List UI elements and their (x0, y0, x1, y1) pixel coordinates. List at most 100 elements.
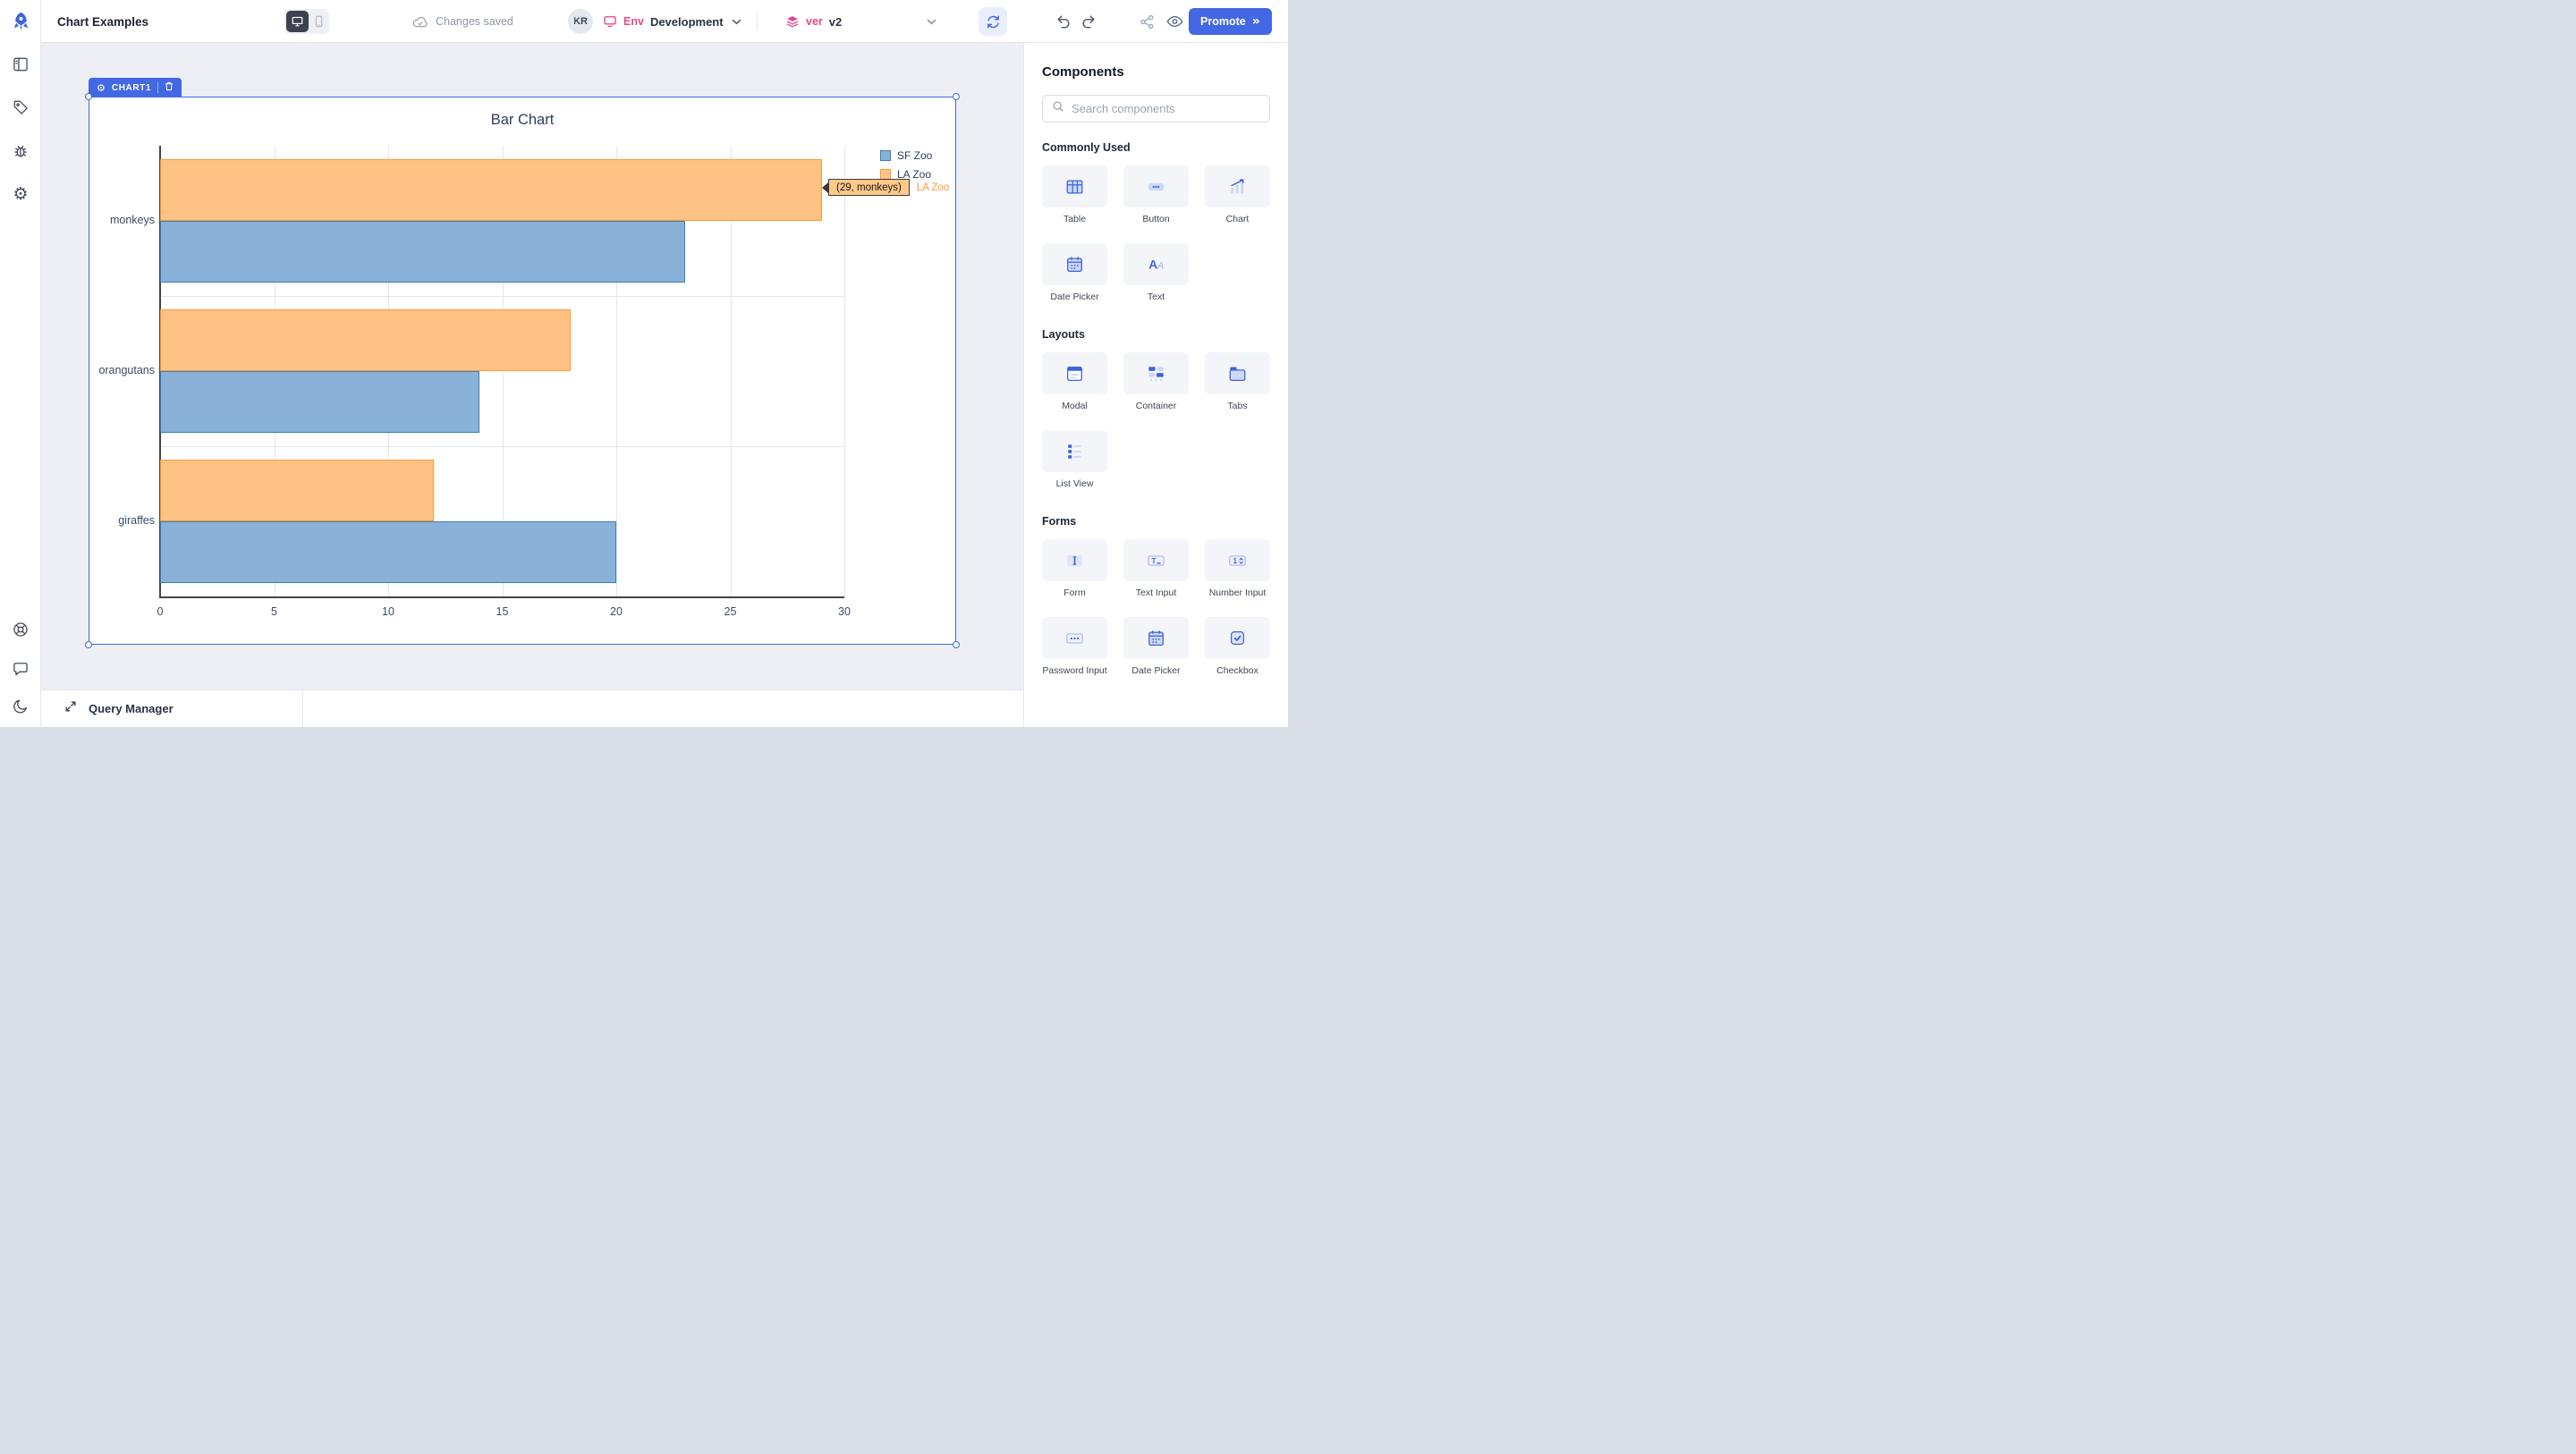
modal-icon (1042, 352, 1107, 394)
tooltip-text: (29, monkeys) (828, 179, 910, 196)
x-tick-label: 30 (826, 605, 862, 618)
chart-legend: SF ZooLA Zoo (880, 149, 932, 181)
x-tick-label: 20 (598, 605, 634, 618)
y-category-label: orangutans (89, 364, 155, 376)
resize-handle[interactable] (953, 641, 960, 648)
y-gridline (160, 446, 844, 447)
search-icon (1052, 100, 1064, 117)
comments-icon[interactable] (0, 651, 41, 687)
chart-tooltip: (29, monkeys) LA Zoo (822, 179, 952, 196)
section-title: Commonly Used (1042, 141, 1270, 154)
expand-icon[interactable] (64, 700, 77, 717)
bar-la-zoo-giraffes[interactable] (160, 460, 434, 521)
redo-icon[interactable] (1080, 13, 1097, 30)
version-selector[interactable]: ver v2 (785, 0, 842, 43)
pages-icon[interactable] (0, 46, 41, 82)
bar-la-zoo-orangutans[interactable] (160, 309, 571, 371)
date-picker-icon (1123, 617, 1189, 659)
avatar[interactable]: KR (568, 9, 593, 34)
resize-handle[interactable] (85, 641, 92, 648)
component-card-table[interactable]: Table (1042, 165, 1107, 224)
chevron-down-icon[interactable] (732, 19, 741, 25)
sync-environment-button[interactable] (979, 7, 1007, 36)
environment-selector[interactable]: Env Development (603, 0, 724, 43)
share-icon[interactable] (1140, 14, 1155, 30)
component-card-text[interactable]: AAText (1123, 243, 1189, 302)
widget-name: CHART1 (112, 83, 151, 93)
component-card-number-input[interactable]: 1Number Input (1205, 539, 1270, 598)
dark-mode-moon-icon[interactable] (0, 689, 41, 724)
component-card-tabs[interactable]: Tabs (1205, 352, 1270, 411)
bar-la-zoo-monkeys[interactable] (160, 159, 822, 221)
table-icon (1042, 165, 1107, 207)
chevron-down-icon[interactable] (927, 19, 936, 25)
component-card-date-picker[interactable]: Date Picker (1123, 617, 1189, 676)
undo-icon[interactable] (1055, 13, 1072, 30)
resize-handle[interactable] (953, 93, 960, 100)
svg-text:T: T (1151, 556, 1156, 564)
component-label: Number Input (1199, 588, 1275, 598)
env-icon (603, 14, 617, 29)
x-gridline (844, 146, 845, 596)
header-divider (757, 13, 758, 30)
component-label: Checkbox (1199, 665, 1275, 676)
component-card-chart[interactable]: Chart (1205, 165, 1270, 224)
trash-icon[interactable] (165, 80, 174, 96)
components-search[interactable] (1042, 95, 1270, 123)
divider (302, 690, 303, 727)
legend-item-sf-zoo[interactable]: SF Zoo (880, 149, 932, 162)
bar-sf-zoo-orangutans[interactable] (160, 371, 479, 433)
chart-widget[interactable]: ⚙ CHART1 Bar Chart (29, monkeys) LA Zoo … (89, 97, 956, 645)
settings-gear-icon[interactable]: ⚙ (0, 176, 41, 212)
x-tick-label: 10 (370, 605, 406, 618)
component-card-text-input[interactable]: TText Input (1123, 539, 1189, 598)
component-card-password-input[interactable]: Password Input (1042, 617, 1107, 676)
support-icon[interactable] (0, 612, 41, 647)
section-title: Forms (1042, 515, 1270, 528)
desktop-icon[interactable] (286, 11, 309, 32)
gear-icon[interactable]: ⚙ (97, 83, 106, 93)
inspector-tag-icon[interactable] (0, 89, 41, 125)
query-manager-bar[interactable]: Query Manager (41, 689, 1023, 727)
component-label: Form (1037, 588, 1113, 598)
component-label: Password Input (1037, 665, 1113, 676)
resize-handle[interactable] (85, 93, 92, 100)
promote-button[interactable]: Promote » (1189, 8, 1272, 35)
component-card-container[interactable]: Container (1123, 352, 1189, 411)
component-card-modal[interactable]: Modal (1042, 352, 1107, 411)
svg-text:A: A (1157, 260, 1164, 271)
component-card-list-view[interactable]: List View (1042, 430, 1107, 489)
component-label: Text (1118, 292, 1194, 302)
app-logo-rocket-icon[interactable] (0, 0, 41, 43)
tooltip-series-label: LA Zoo (914, 182, 952, 194)
cloud-saved-icon (412, 15, 428, 29)
header-divider (573, 13, 574, 30)
search-input[interactable] (1072, 102, 1260, 115)
top-header: Chart Examples Changes saved KR Env Deve… (41, 0, 1288, 43)
list-view-icon (1042, 430, 1107, 472)
preview-eye-icon[interactable] (1166, 15, 1183, 28)
app-builder-window: ⚙ Chart Examples Changes saved KR (0, 0, 1288, 727)
component-label: Button (1118, 214, 1194, 224)
promote-chevrons-icon: » (1252, 15, 1260, 28)
chart-icon (1205, 165, 1270, 207)
components-panel-title: Components (1042, 64, 1270, 80)
left-sidebar: ⚙ (0, 0, 41, 727)
component-label: Text Input (1118, 588, 1194, 598)
bar-sf-zoo-giraffes[interactable] (160, 521, 616, 583)
sync-icon (986, 14, 1001, 30)
editor-canvas[interactable]: ⚙ CHART1 Bar Chart (29, monkeys) LA Zoo … (41, 43, 1023, 689)
device-preview-toggle (284, 9, 329, 34)
chart-title: Bar Chart (89, 112, 955, 129)
component-card-form[interactable]: Form (1042, 539, 1107, 598)
debugger-bug-icon[interactable] (0, 133, 41, 169)
component-label: Tabs (1199, 401, 1275, 411)
component-label: Container (1118, 401, 1194, 411)
y-gridline (160, 296, 844, 297)
component-card-checkbox[interactable]: Checkbox (1205, 617, 1270, 676)
mobile-icon[interactable] (310, 11, 327, 32)
component-card-button[interactable]: Button (1123, 165, 1189, 224)
form-icon (1042, 539, 1107, 581)
component-card-date-picker[interactable]: Date Picker (1042, 243, 1107, 302)
bar-sf-zoo-monkeys[interactable] (160, 221, 685, 283)
